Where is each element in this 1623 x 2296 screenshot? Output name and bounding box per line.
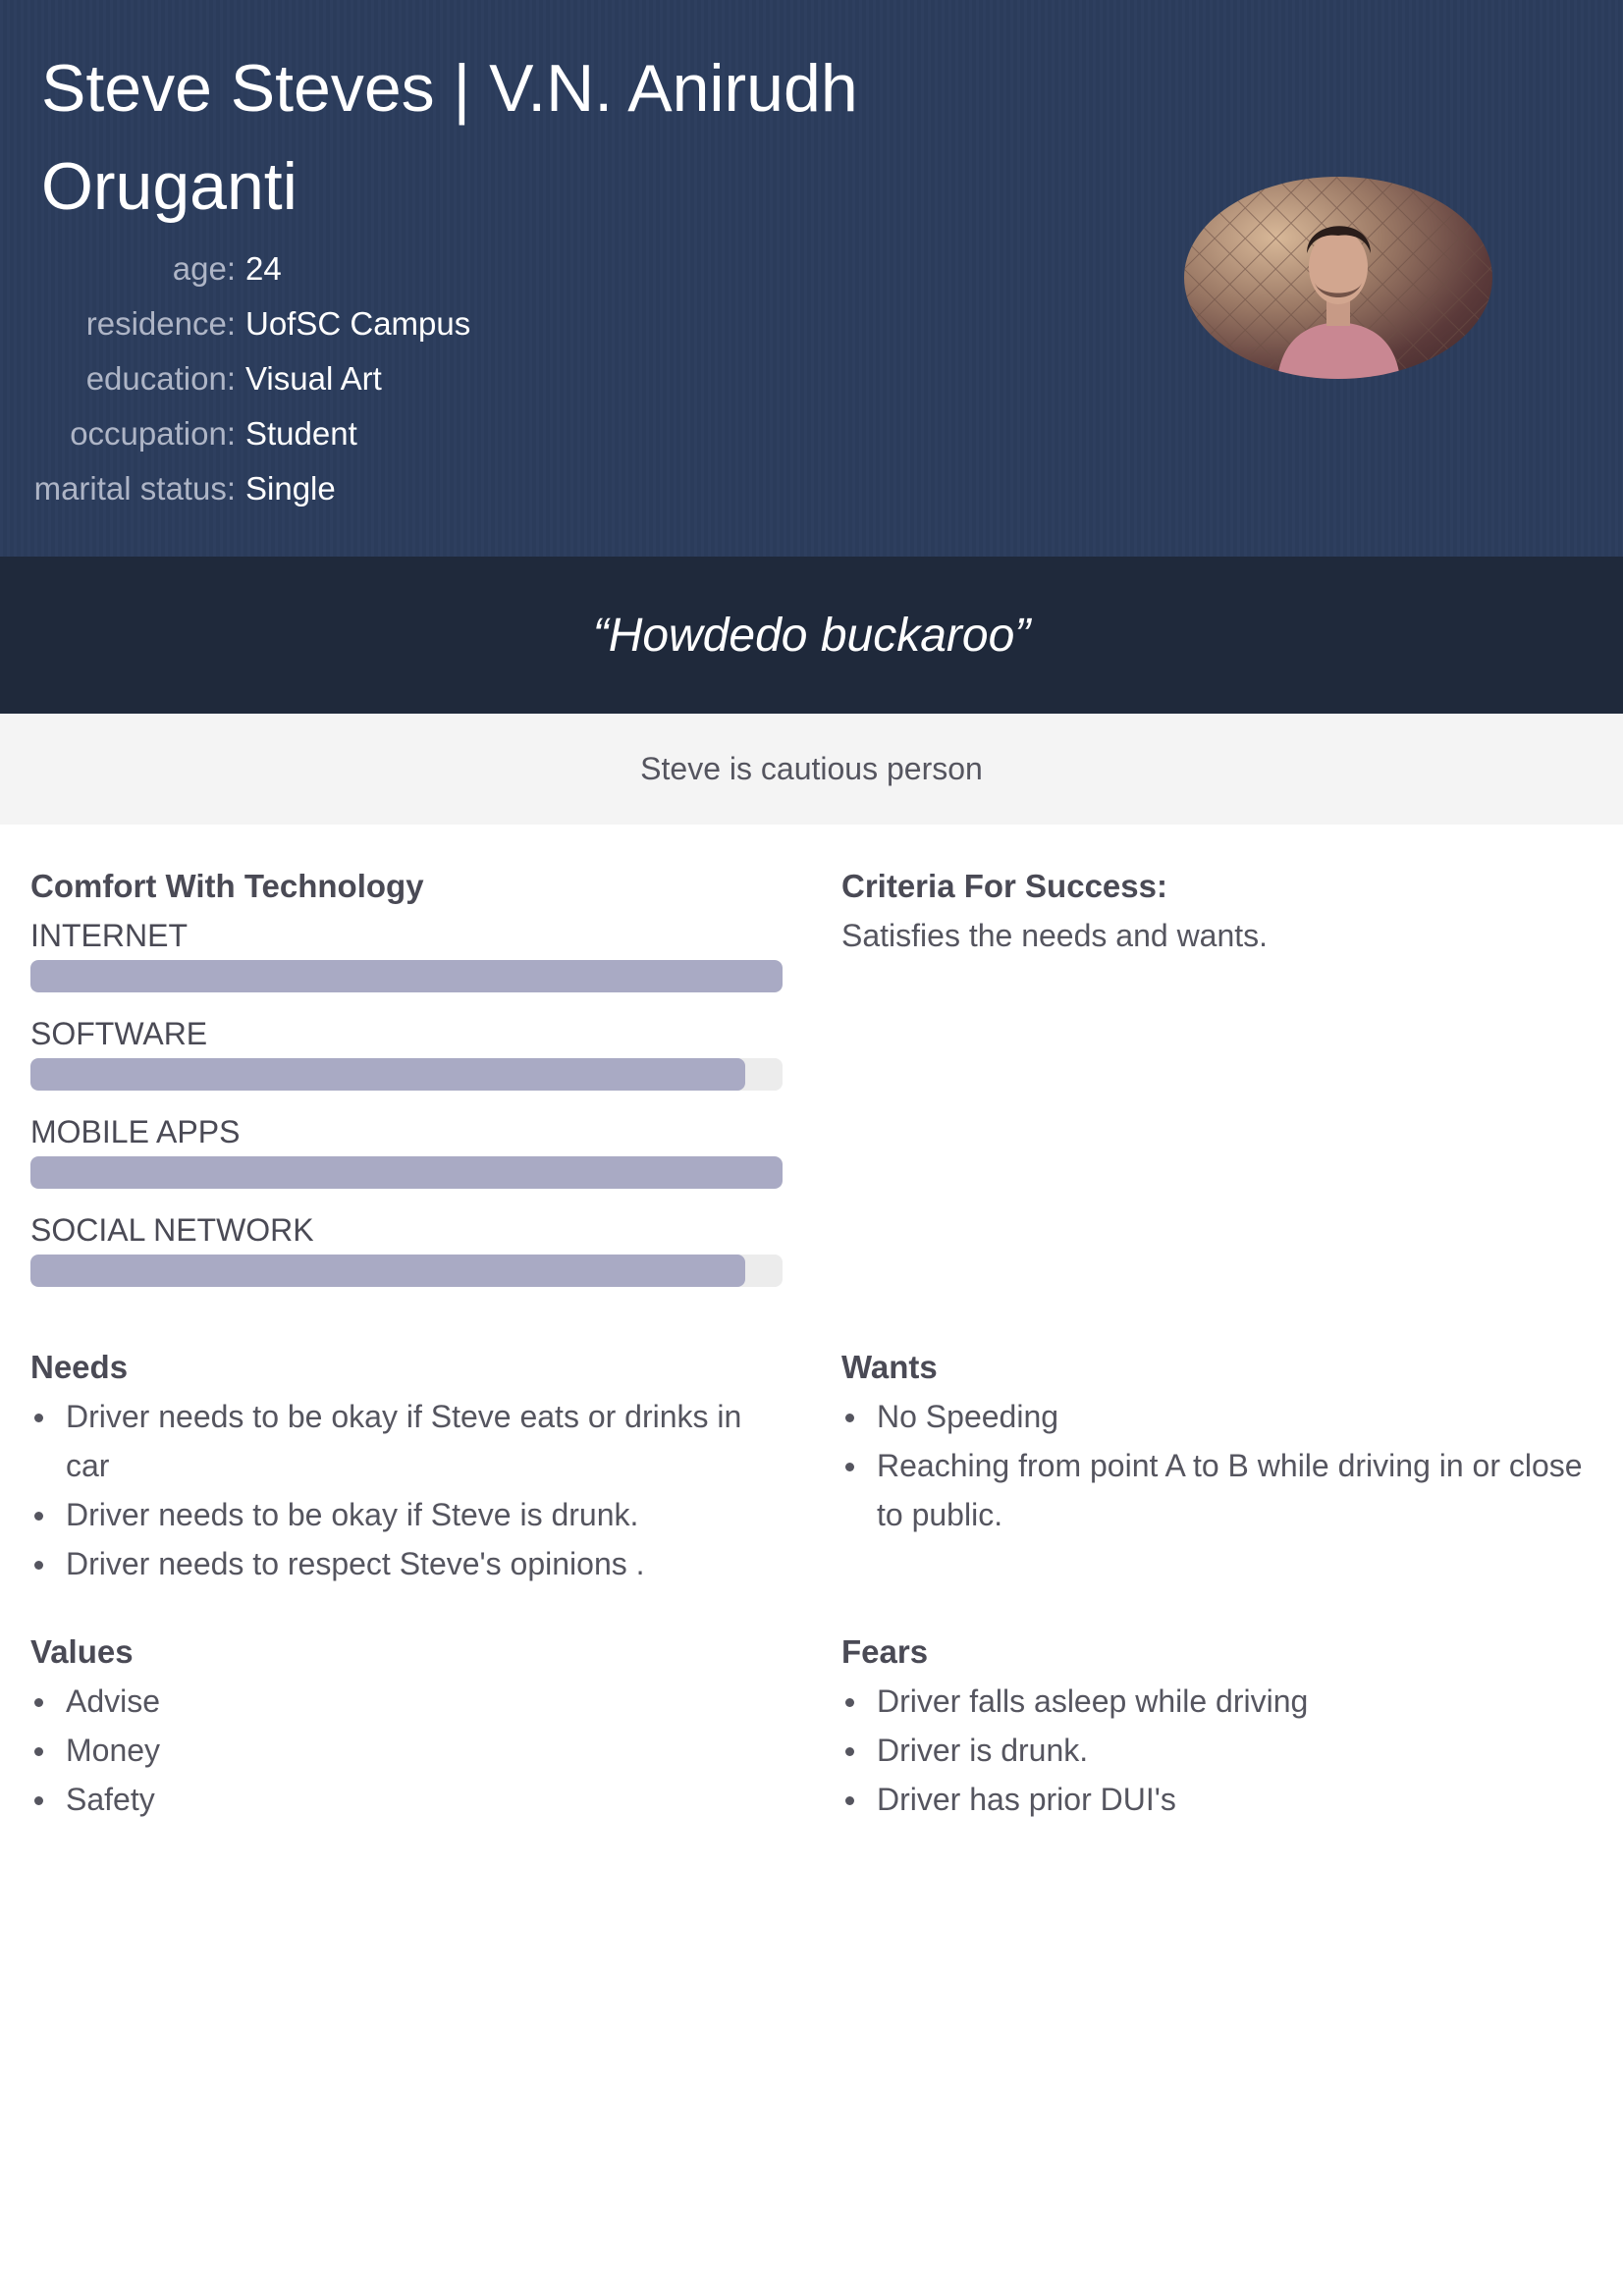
list-item: Driver is drunk. [841, 1726, 1597, 1775]
fact-value: Student [245, 415, 357, 452]
list-item: Reaching from point A to B while driving… [841, 1441, 1597, 1539]
person-photo-icon [1184, 177, 1492, 379]
fact-value: 24 [245, 250, 282, 287]
list-item: Driver has prior DUI's [841, 1775, 1597, 1824]
needs-title: Needs [30, 1349, 129, 1385]
list-item: Safety [30, 1775, 783, 1824]
skill-label-internet: INTERNET [30, 918, 188, 953]
persona-header: Steve Steves | V.N. Anirudh Oruganti age… [0, 0, 1623, 557]
list-item: Driver needs to be okay if Steve is drun… [30, 1490, 783, 1539]
skill-bar-social-network [30, 1255, 783, 1287]
skill-bar-fill [30, 1058, 745, 1091]
list-item: Advise [30, 1677, 783, 1726]
list-item: Driver needs to be okay if Steve eats or… [30, 1392, 783, 1490]
fact-label: education: [85, 360, 236, 397]
skill-bar-fill [30, 1156, 783, 1189]
skill-bar-fill [30, 960, 783, 992]
skill-label-social-network: SOCIAL NETWORK [30, 1212, 314, 1248]
fact-row-marital-status: marital status: Single [0, 461, 687, 516]
criteria-title: Criteria For Success: [841, 868, 1167, 904]
fact-label: marital status: [33, 470, 236, 507]
skill-bar-software [30, 1058, 783, 1091]
list-item: Money [30, 1726, 783, 1775]
fact-row-occupation: occupation: Student [0, 406, 687, 461]
list-item: No Speeding [841, 1392, 1597, 1441]
fact-row-education: education: Visual Art [0, 351, 687, 406]
criteria-text: Satisfies the needs and wants. [841, 918, 1269, 953]
list-item: Driver needs to respect Steve's opinions… [30, 1539, 783, 1588]
persona-summary: Steve is cautious person [640, 751, 983, 786]
technology-title: Comfort With Technology [30, 868, 424, 904]
skill-label-software: SOFTWARE [30, 1016, 208, 1051]
persona-quote: “Howdedo buckaroo” [592, 609, 1031, 662]
values-list: Advise Money Safety [30, 1677, 783, 1824]
skill-bar-fill [30, 1255, 745, 1287]
fact-label: age: [172, 250, 236, 287]
skill-bar-mobile-apps [30, 1156, 783, 1189]
fact-value: UofSC Campus [245, 305, 471, 342]
needs-list: Driver needs to be okay if Steve eats or… [30, 1392, 783, 1588]
wants-list: No Speeding Reaching from point A to B w… [841, 1392, 1597, 1539]
fears-title: Fears [841, 1633, 929, 1670]
fact-row-residence: residence: UofSC Campus [0, 296, 687, 351]
fact-value: Visual Art [245, 360, 382, 397]
fact-value: Single [245, 470, 336, 507]
fact-label: occupation: [70, 415, 236, 452]
avatar [1184, 177, 1492, 379]
quote-band: “Howdedo buckaroo” [0, 557, 1623, 714]
skill-label-mobile-apps: MOBILE APPS [30, 1114, 241, 1149]
list-item: Driver falls asleep while driving [841, 1677, 1597, 1726]
wants-title: Wants [841, 1349, 938, 1385]
skill-bar-internet [30, 960, 783, 992]
summary-band: Steve is cautious person [0, 714, 1623, 825]
fact-row-age: age: 24 [0, 241, 687, 296]
fact-label: residence: [85, 305, 236, 342]
fears-list: Driver falls asleep while driving Driver… [841, 1677, 1597, 1824]
values-title: Values [30, 1633, 134, 1670]
persona-name: Steve Steves | V.N. Anirudh Oruganti [41, 51, 858, 224]
